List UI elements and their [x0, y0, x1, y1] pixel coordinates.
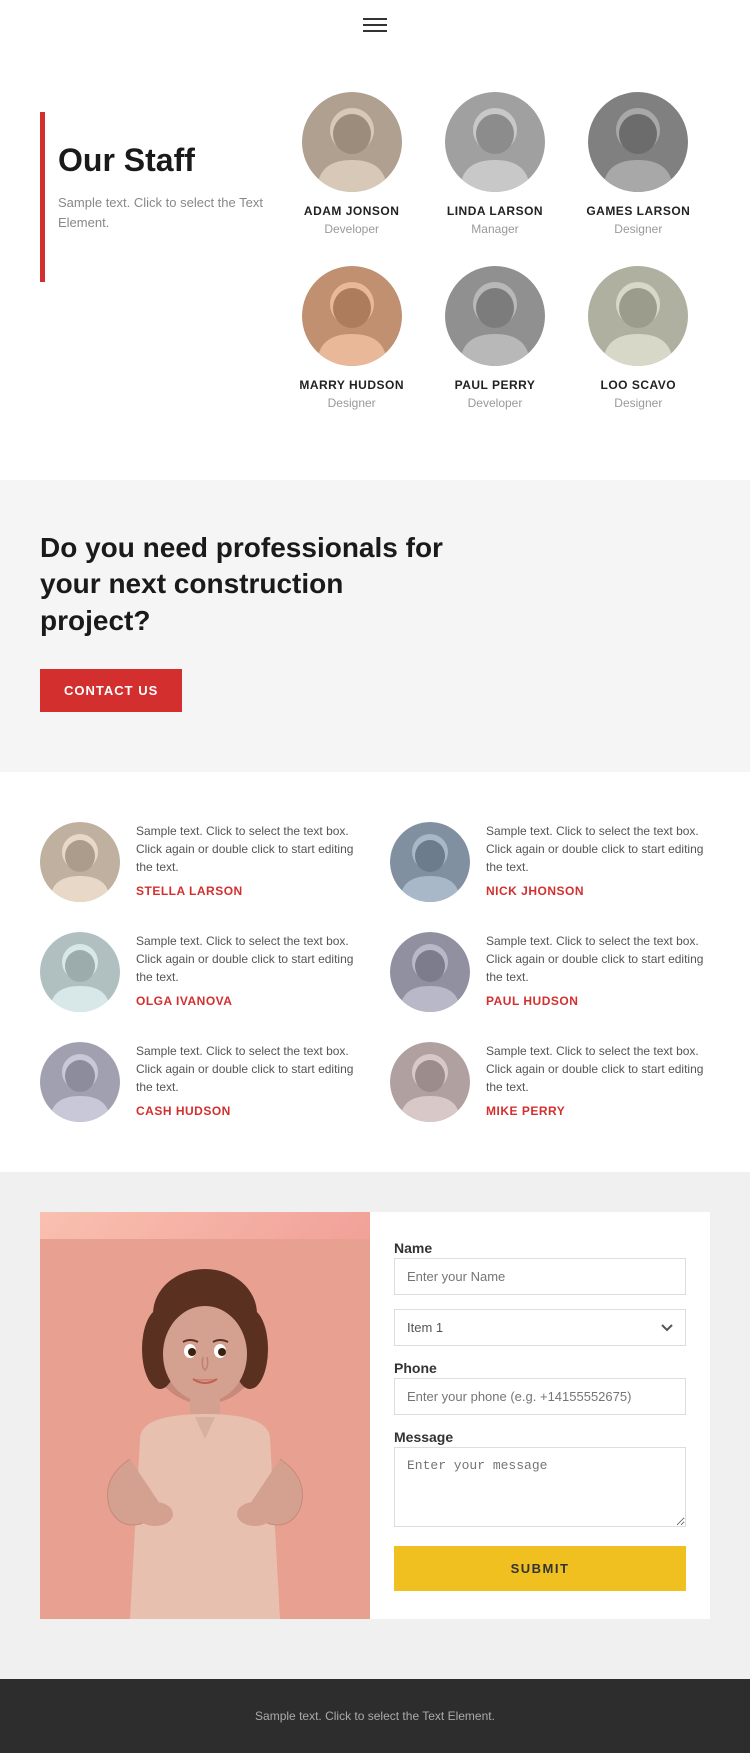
staff-card: GAMES LARSON Designer [567, 82, 710, 246]
team-member: Sample text. Click to select the text bo… [390, 822, 710, 902]
team-member-name: MIKE PERRY [486, 1104, 710, 1118]
cta-section: Do you need professionals for your next … [0, 480, 750, 772]
staff-card: PAUL PERRY Developer [423, 256, 566, 420]
staff-avatar [302, 266, 402, 366]
staff-avatar [445, 92, 545, 192]
team-member: Sample text. Click to select the text bo… [40, 932, 360, 1012]
staff-member-name: LINDA LARSON [447, 204, 543, 218]
contact-us-button[interactable]: CONTACT US [40, 669, 182, 712]
staff-intro: Our Staff Sample text. Click to select t… [40, 82, 280, 420]
team-member-name: CASH HUDSON [136, 1104, 360, 1118]
phone-label: Phone [394, 1360, 686, 1376]
staff-member-name: PAUL PERRY [455, 378, 536, 392]
team-avatar [390, 1042, 470, 1122]
team-avatar [40, 1042, 120, 1122]
staff-card: LINDA LARSON Manager [423, 82, 566, 246]
team-avatar [390, 822, 470, 902]
staff-grid: ADAM JONSON Developer LINDA LARSON Manag… [280, 82, 710, 420]
team-member-description: Sample text. Click to select the text bo… [486, 1042, 710, 1096]
team-info: Sample text. Click to select the text bo… [486, 1042, 710, 1118]
hamburger-icon[interactable] [363, 18, 387, 32]
team-avatar [390, 932, 470, 1012]
team-member-description: Sample text. Click to select the text bo… [136, 822, 360, 876]
team-member: Sample text. Click to select the text bo… [390, 1042, 710, 1122]
staff-member-role: Manager [471, 222, 518, 236]
staff-avatar [302, 92, 402, 192]
team-grid: Sample text. Click to select the text bo… [40, 822, 710, 1122]
site-footer: Sample text. Click to select the Text El… [0, 1679, 750, 1753]
staff-member-name: GAMES LARSON [586, 204, 690, 218]
team-member: Sample text. Click to select the text bo… [40, 1042, 360, 1122]
staff-member-role: Designer [614, 396, 662, 410]
phone-field-group: Phone [394, 1360, 686, 1415]
staff-card: LOO SCAVO Designer [567, 256, 710, 420]
message-field-group: Message [394, 1429, 686, 1532]
staff-avatar [588, 92, 688, 192]
staff-section: Our Staff Sample text. Click to select t… [0, 42, 750, 480]
staff-description: Sample text. Click to select the Text El… [58, 193, 280, 232]
team-section: Sample text. Click to select the text bo… [0, 772, 750, 1172]
staff-avatar [588, 266, 688, 366]
team-member: Sample text. Click to select the text bo… [390, 932, 710, 1012]
staff-member-name: LOO SCAVO [601, 378, 677, 392]
team-member-description: Sample text. Click to select the text bo… [486, 932, 710, 986]
staff-card: ADAM JONSON Developer [280, 82, 423, 246]
item-dropdown[interactable]: Item 1Item 2Item 3 [394, 1309, 686, 1346]
team-info: Sample text. Click to select the text bo… [136, 1042, 360, 1118]
team-info: Sample text. Click to select the text bo… [136, 822, 360, 898]
name-label: Name [394, 1240, 686, 1256]
team-member-description: Sample text. Click to select the text bo… [136, 932, 360, 986]
staff-member-name: MARRY HUDSON [299, 378, 404, 392]
form-image [40, 1212, 370, 1619]
team-member: Sample text. Click to select the text bo… [40, 822, 360, 902]
site-header [0, 0, 750, 42]
cta-heading: Do you need professionals for your next … [40, 530, 460, 639]
name-field-group: Name [394, 1240, 686, 1295]
team-row: Sample text. Click to select the text bo… [40, 932, 710, 1012]
team-row: Sample text. Click to select the text bo… [40, 822, 710, 902]
contact-form: Name Item 1Item 2Item 3 Phone Message SU… [370, 1212, 710, 1619]
team-member-name: STELLA LARSON [136, 884, 360, 898]
dropdown-group: Item 1Item 2Item 3 [394, 1309, 686, 1346]
footer-text: Sample text. Click to select the Text El… [40, 1709, 710, 1723]
staff-member-role: Designer [614, 222, 662, 236]
phone-input[interactable] [394, 1378, 686, 1415]
submit-button[interactable]: SUBMIT [394, 1546, 686, 1591]
team-avatar [40, 822, 120, 902]
staff-title: Our Staff [58, 142, 280, 179]
team-row: Sample text. Click to select the text bo… [40, 1042, 710, 1122]
team-member-name: OLGA IVANOVA [136, 994, 360, 1008]
staff-member-role: Developer [324, 222, 379, 236]
staff-avatar [445, 266, 545, 366]
staff-member-role: Designer [328, 396, 376, 410]
team-member-name: NICK JHONSON [486, 884, 710, 898]
team-member-name: PAUL HUDSON [486, 994, 710, 1008]
name-input[interactable] [394, 1258, 686, 1295]
team-info: Sample text. Click to select the text bo… [486, 822, 710, 898]
message-textarea[interactable] [394, 1447, 686, 1527]
staff-card: MARRY HUDSON Designer [280, 256, 423, 420]
team-member-description: Sample text. Click to select the text bo… [486, 822, 710, 876]
team-avatar [40, 932, 120, 1012]
team-info: Sample text. Click to select the text bo… [136, 932, 360, 1008]
staff-member-role: Developer [468, 396, 523, 410]
team-member-description: Sample text. Click to select the text bo… [136, 1042, 360, 1096]
team-info: Sample text. Click to select the text bo… [486, 932, 710, 1008]
staff-member-name: ADAM JONSON [304, 204, 400, 218]
message-label: Message [394, 1429, 686, 1445]
form-section: Name Item 1Item 2Item 3 Phone Message SU… [0, 1172, 750, 1679]
